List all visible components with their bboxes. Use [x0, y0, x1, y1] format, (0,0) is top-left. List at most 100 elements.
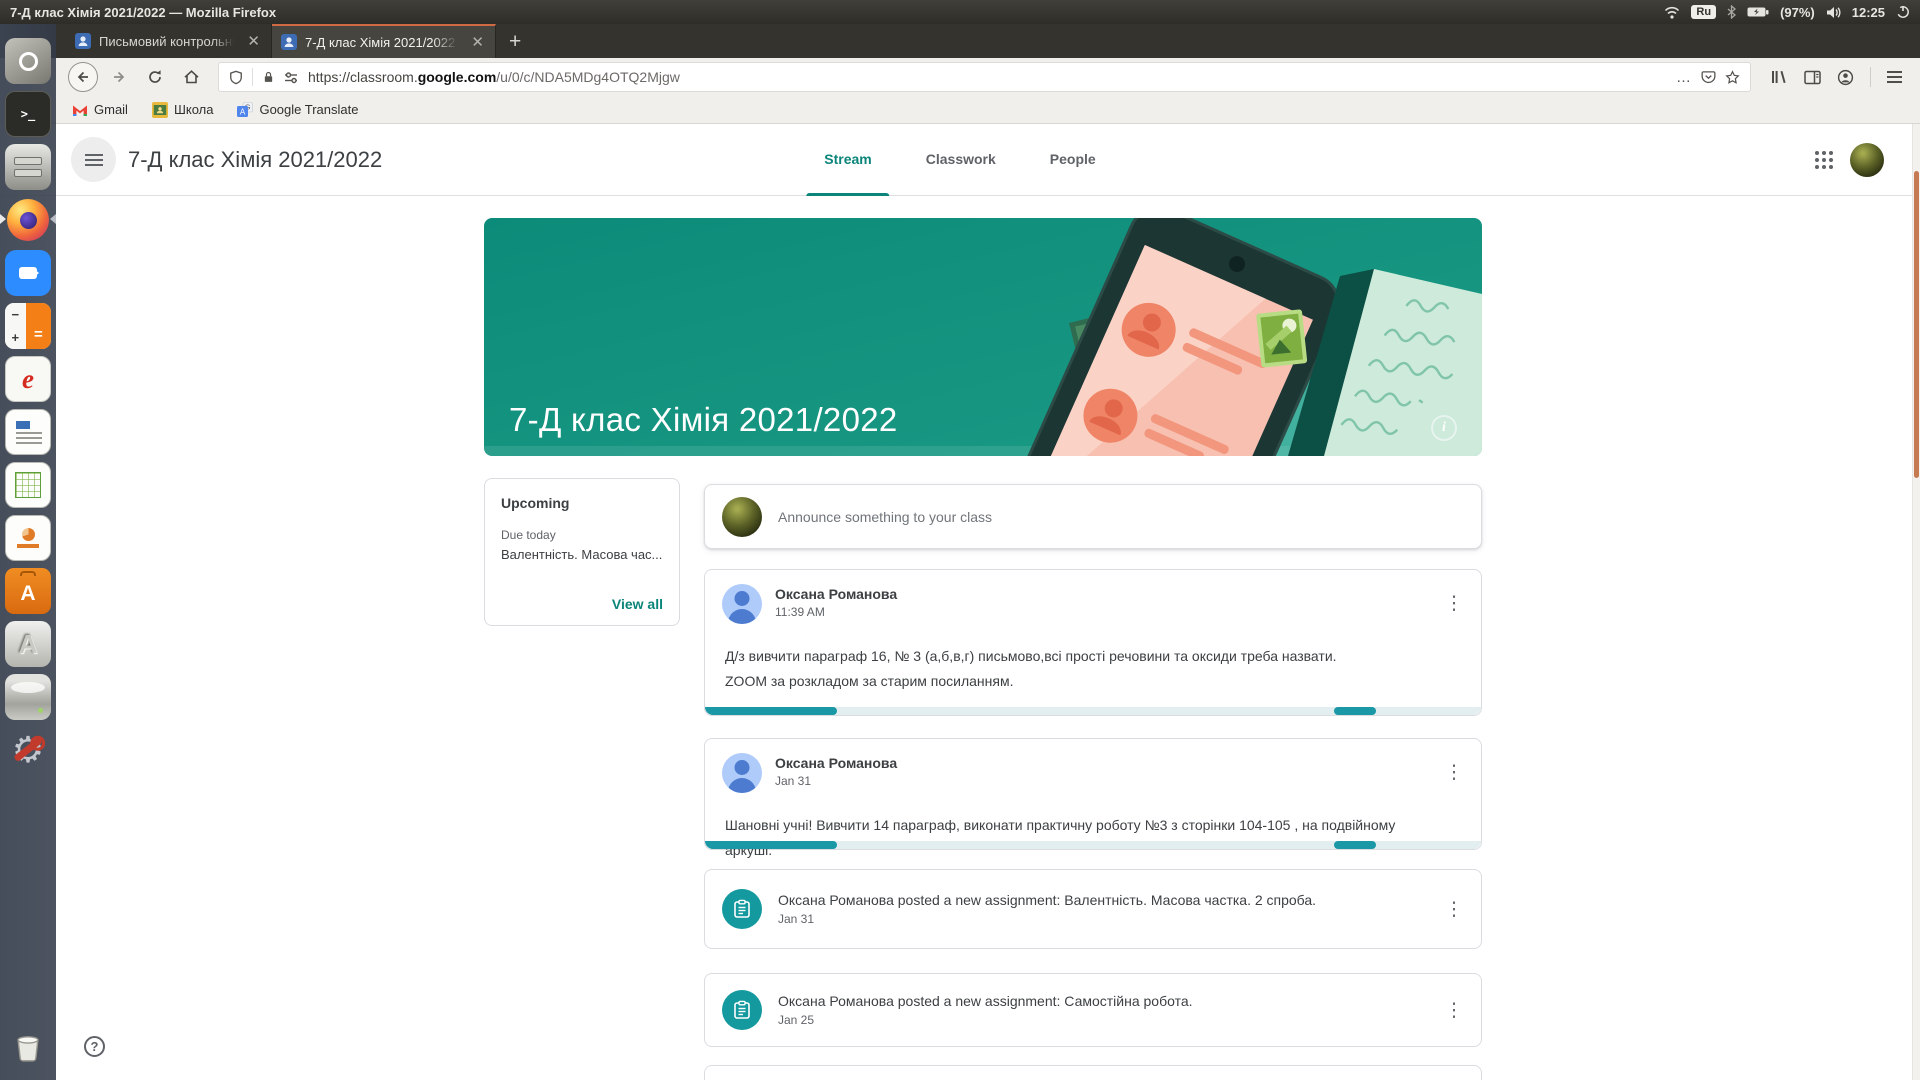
tab-classwork[interactable]: Classwork	[899, 124, 1023, 196]
announce-box[interactable]: Announce something to your class	[704, 484, 1482, 549]
hard-drive-icon[interactable]	[5, 674, 51, 720]
browser-toolbar: https://classroom.google.com/u/0/c/NDA5M…	[0, 58, 1920, 96]
post-line: Шановні учні! Вивчити 14 параграф, викон…	[725, 813, 1441, 863]
divider	[1870, 67, 1871, 87]
google-apps-icon[interactable]	[1815, 151, 1833, 169]
post-progress-track[interactable]	[705, 841, 1481, 849]
power-icon[interactable]	[1896, 5, 1910, 19]
post-menu-icon[interactable]: ⋮	[1435, 991, 1473, 1029]
scrollbar-thumb[interactable]	[1914, 171, 1919, 478]
libreoffice-impress-icon[interactable]	[5, 515, 51, 561]
user-avatar	[722, 497, 762, 537]
tab-close-icon[interactable]: ✕	[469, 33, 486, 51]
calculator-icon[interactable]: −+=	[5, 303, 51, 349]
gmail-icon	[72, 103, 88, 117]
menu-icon[interactable]	[1887, 71, 1902, 83]
stream-post-assignment[interactable]: Оксана Романова posted a new assignment:…	[704, 869, 1482, 949]
bookmark-gmail[interactable]: Gmail	[72, 102, 128, 117]
bookmark-star-icon[interactable]	[1725, 70, 1740, 85]
sidebar-icon[interactable]	[1804, 70, 1821, 85]
svg-text:A: A	[240, 107, 246, 116]
tracking-shield-icon[interactable]	[229, 70, 243, 85]
assignment-time: Jan 25	[778, 1013, 1193, 1027]
software-toolbox-icon[interactable]: A	[5, 568, 51, 614]
post-menu-icon[interactable]: ⋮	[1435, 753, 1473, 791]
active-app-indicator-left	[0, 214, 6, 224]
assignment-time: Jan 31	[778, 912, 1316, 926]
tab-stream[interactable]: Stream	[797, 124, 898, 196]
post-author[interactable]: Оксана Романова	[775, 584, 897, 602]
classroom-favicon	[75, 33, 91, 49]
toolbar-right	[1763, 67, 1910, 87]
gnome-titlebar: 7-Д клас Хімія 2021/2022 — Mozilla Firef…	[0, 0, 1920, 24]
lock-icon[interactable]	[262, 70, 275, 84]
system-tools-icon[interactable]: ⚙	[5, 727, 51, 773]
firefox-icon[interactable]	[5, 197, 51, 243]
post-progress-track[interactable]	[705, 707, 1481, 715]
info-icon[interactable]: i	[1431, 415, 1457, 441]
view-all-link[interactable]: View all	[612, 596, 663, 612]
browser-tab-2-active[interactable]: 7-Д клас Хімія 2021/2022 ✕	[272, 24, 496, 58]
library-icon[interactable]	[1771, 69, 1788, 85]
class-banner: 7-Д клас Хімія 2021/2022 i	[484, 218, 1482, 456]
file-cabinet-icon[interactable]	[5, 144, 51, 190]
post-header: Оксана Романова Jan 31	[722, 753, 897, 793]
progress-segment	[1334, 707, 1377, 715]
pocket-icon[interactable]	[1701, 70, 1716, 84]
system-tray[interactable]: Ru (97%) 12:25	[1664, 5, 1910, 20]
permissions-icon[interactable]	[284, 71, 299, 84]
url-domain: google.com	[418, 69, 497, 85]
back-button[interactable]	[68, 62, 98, 92]
anydesk-icon[interactable]: A	[5, 621, 51, 667]
bookmark-label: Gmail	[94, 102, 128, 117]
page-scrollbar[interactable]	[1912, 124, 1920, 1080]
post-line: Д/з вивчити параграф 16, № 3 (а,б,в,г) п…	[725, 644, 1441, 669]
upcoming-heading: Upcoming	[501, 495, 663, 511]
main-menu-icon[interactable]	[71, 137, 116, 182]
screen: 7-Д клас Хімія 2021/2022 — Mozilla Firef…	[0, 0, 1920, 1080]
post-menu-icon[interactable]: ⋮	[1435, 584, 1473, 622]
stream-post-assignment[interactable]: Оксана Романова posted a new assignment:…	[704, 973, 1482, 1047]
page-actions-icon[interactable]: …	[1676, 69, 1692, 86]
bookmark-school[interactable]: Школа	[152, 102, 214, 118]
post-author[interactable]: Оксана Романова	[775, 753, 897, 771]
keyboard-layout-indicator[interactable]: Ru	[1691, 5, 1716, 19]
libreoffice-calc-icon[interactable]	[5, 462, 51, 508]
trash-icon[interactable]	[5, 1024, 51, 1070]
post-menu-icon[interactable]: ⋮	[1435, 890, 1473, 928]
home-button[interactable]	[176, 62, 206, 92]
new-tab-button[interactable]: +	[496, 31, 534, 52]
volume-icon	[1826, 6, 1841, 19]
pdf-reader-icon[interactable]: e	[5, 356, 51, 402]
progress-segment	[1334, 841, 1377, 849]
tab-people[interactable]: People	[1023, 124, 1123, 196]
reload-button[interactable]	[140, 62, 170, 92]
google-translate-icon: GA	[237, 102, 253, 118]
tab-close-icon[interactable]: ✕	[245, 32, 262, 50]
classroom-page: 7-Д клас Хімія 2021/2022 Stream Classwor…	[0, 124, 1920, 1080]
assignment-title[interactable]: Оксана Романова posted a new assignment:…	[778, 892, 1316, 908]
help-icon[interactable]: ?	[84, 1036, 105, 1057]
tab-title: 7-Д клас Хімія 2021/2022	[305, 35, 461, 50]
libreoffice-writer-icon[interactable]	[5, 409, 51, 455]
assignment-icon	[722, 889, 762, 929]
account-avatar[interactable]	[1850, 143, 1884, 177]
assignment-title[interactable]: Оксана Романова posted a new assignment:…	[778, 993, 1193, 1009]
terminal-icon[interactable]: >_	[5, 91, 51, 137]
window-title: 7-Д клас Хімія 2021/2022 — Mozilla Firef…	[10, 5, 276, 20]
url-bar[interactable]: https://classroom.google.com/u/0/c/NDA5M…	[218, 62, 1751, 92]
browser-tab-1[interactable]: Письмовий контрольні ✕	[66, 24, 272, 58]
forward-button[interactable]	[104, 62, 134, 92]
bluetooth-icon	[1727, 5, 1736, 19]
post-time: 11:39 AM	[775, 605, 897, 619]
ubuntu-dash-icon[interactable]	[5, 38, 51, 84]
account-icon[interactable]	[1837, 69, 1854, 86]
zoom-icon[interactable]	[5, 250, 51, 296]
battery-percentage: (97%)	[1780, 5, 1815, 20]
class-title[interactable]: 7-Д клас Хімія 2021/2022	[128, 124, 382, 196]
bookmark-translate[interactable]: GA Google Translate	[237, 102, 358, 118]
upcoming-item-link[interactable]: Валентність. Масова час...	[501, 547, 663, 562]
post-body: Шановні учні! Вивчити 14 параграф, викон…	[725, 813, 1441, 863]
divider	[252, 68, 253, 86]
url-text[interactable]: https://classroom.google.com/u/0/c/NDA5M…	[308, 69, 1667, 85]
